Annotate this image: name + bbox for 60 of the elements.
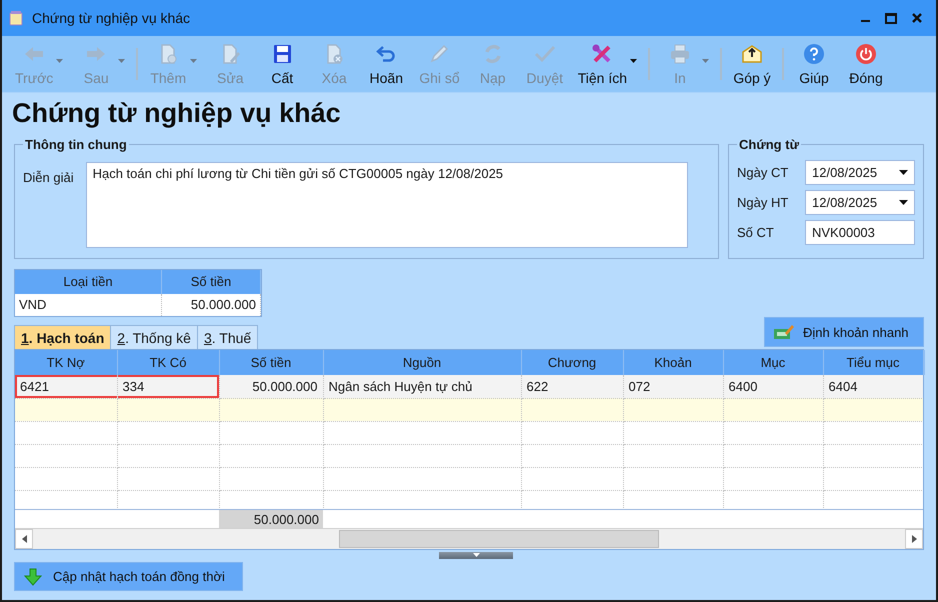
field-label: Ngày HT [737,195,788,210]
table-cell: 072 [623,375,723,398]
column-header: Số tiền [219,350,323,375]
toolbar-button[interactable]: Đóng [840,38,892,90]
group-title: Thông tin chung [24,137,128,152]
notepad-icon [8,10,24,26]
tab[interactable]: 1. Hạch toán [14,325,112,349]
table-cell: 50.000.000 [219,375,323,398]
table-cell: 6421 [15,375,117,398]
column-header: Số tiền [162,270,261,294]
table-cell: 6404 [823,375,923,398]
scroll-left-icon [22,535,26,543]
printer-icon [668,42,692,66]
quick-entry-button[interactable]: Định khoản nhanh [764,317,924,347]
date-field[interactable]: 12/08/2025 [805,190,915,215]
arrow-down-icon [23,566,43,586]
toolbar-button[interactable]: Tiện ích [570,38,644,90]
toolbar-button[interactable]: Hoãn [360,38,412,90]
column-header: Nguồn [323,350,521,375]
minimize-icon [860,20,870,22]
power-icon [854,42,878,66]
money-pencil-icon [773,323,795,341]
column-header: Tiểu mục [823,350,923,375]
tab[interactable]: 3. Thuế [196,325,258,349]
toolbar-button[interactable]: Góp ý [726,38,778,90]
total-cell: 50.000.000 [219,510,323,528]
field-label: Diễn giải [23,169,74,185]
page-heading: Chứng từ nghiệp vụ khác [12,97,342,130]
table-cell: Ngân sách Huyện tự chủ [323,375,521,398]
toolbar-button[interactable]: Cất [256,38,308,90]
column-header: Mục [723,350,823,375]
column-header: Loại tiền [15,270,162,294]
column-header: Chương [521,350,623,375]
column-header: Khoản [623,350,723,375]
dropdown-arrow-icon [899,170,908,175]
table-cell: 622 [521,375,623,398]
group-title: Chứng từ [738,137,800,152]
tab[interactable]: 2. Thống kê [110,325,198,349]
field-label: Số CT [737,225,774,240]
field-label: Ngày CT [737,165,788,180]
horizontal-scrollbar[interactable] [15,528,923,549]
help-icon [802,42,826,66]
scroll-right-icon [912,535,916,543]
table-cell: VND [15,294,162,316]
splitter-handle[interactable] [439,552,513,558]
description-field[interactable]: Hạch toán chi phí lương từ Chi tiền gửi số CTG00005 ngày 12/08/2025 [86,162,688,248]
table-cell: 50.000.000 [162,294,261,316]
toolbar-button[interactable]: Giúp [788,38,840,90]
text-field[interactable]: NVK00003 [805,220,915,245]
caret-icon [472,553,480,557]
dropdown-arrow-icon [899,200,908,205]
table-cell: 6400 [723,375,823,398]
date-field[interactable]: 12/08/2025 [805,160,915,185]
update-button[interactable]: Cập nhật hạch toán đồng thời [14,562,243,591]
table-cell: 334 [117,375,219,398]
column-header: TK Có [117,350,219,375]
window-title: Chứng từ nghiệp vụ khác [32,10,190,26]
column-header: TK Nợ [15,350,117,375]
maximize-icon [885,12,897,24]
close-icon [912,13,922,23]
